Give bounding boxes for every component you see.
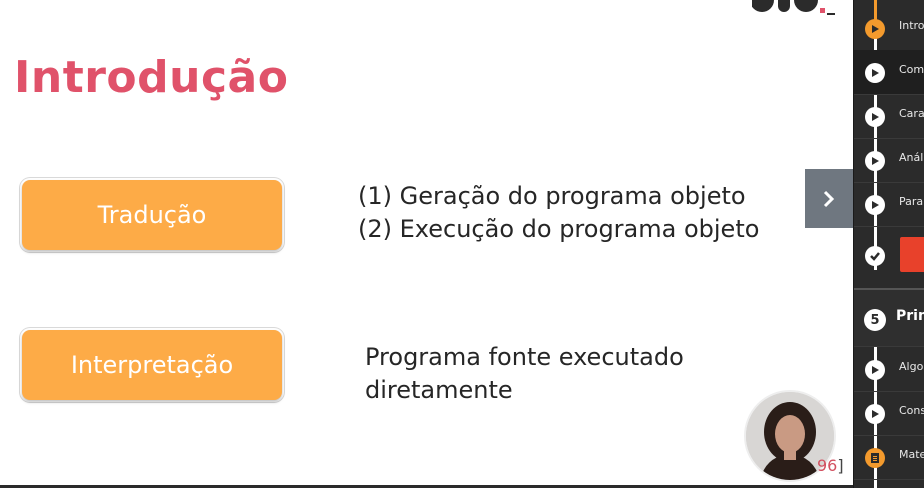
course-sidebar: Intro Com Cara Anál Para 5 Prim — [853, 0, 924, 488]
sidebar-item-label: Intro — [899, 19, 924, 32]
play-icon — [865, 195, 885, 215]
document-icon — [865, 448, 885, 468]
interpretacao-description: Programa fonte executado diretamente — [365, 341, 684, 407]
traducao-box: Tradução — [22, 180, 282, 250]
interpretacao-label: Interpretação — [70, 351, 234, 379]
sidebar-item-label: Para — [899, 195, 924, 208]
section-number: 5 — [864, 309, 886, 331]
play-icon — [865, 404, 885, 424]
interpretacao-line-1: Programa fonte executado — [365, 343, 684, 371]
sidebar-item-com[interactable]: Com — [854, 50, 924, 95]
play-icon — [865, 360, 885, 380]
sidebar-item-label: Mate — [899, 448, 924, 461]
traducao-description: (1) Geração do programa objeto (2) Execu… — [358, 180, 759, 246]
sidebar-item-mate[interactable]: Mate — [854, 435, 924, 480]
sidebar-item-algo[interactable]: Algo — [854, 347, 924, 392]
chevron-right-icon — [823, 190, 835, 207]
play-icon — [865, 19, 885, 39]
section-title: Prim — [896, 308, 924, 324]
sidebar-item-label: Algo — [899, 360, 924, 373]
next-slide-button[interactable] — [805, 169, 853, 228]
check-icon — [865, 246, 885, 266]
play-icon — [865, 63, 885, 83]
sidebar-item-intro[interactable]: Intro — [854, 6, 924, 51]
page-reference: 96] — [817, 456, 844, 475]
sidebar-item-para[interactable]: Para — [854, 182, 924, 227]
play-icon — [865, 107, 885, 127]
sidebar-item-label: Cara — [899, 107, 924, 120]
interpretacao-line-2: diretamente — [365, 376, 513, 404]
play-icon — [865, 151, 885, 171]
start-quiz-button[interactable] — [900, 237, 924, 272]
sidebar-item-cara[interactable]: Cara — [854, 94, 924, 139]
sidebar-item-cons[interactable]: Cons — [854, 391, 924, 436]
sidebar-item-label: Cons — [899, 404, 924, 417]
interpretacao-box: Interpretação — [22, 330, 282, 400]
traducao-label: Tradução — [97, 201, 207, 229]
traducao-line-1: (1) Geração do programa objeto — [358, 182, 746, 210]
traducao-line-2: (2) Execução do programa objeto — [358, 215, 760, 243]
sidebar-item-anal[interactable]: Anál — [854, 138, 924, 183]
sidebar-item-label: Com — [899, 63, 924, 76]
sidebar-item-label: Anál — [899, 151, 924, 164]
logo — [752, 0, 835, 15]
slide-area: Introdução Tradução (1) Geração do progr… — [0, 0, 853, 485]
section-header[interactable]: 5 Prim — [854, 288, 924, 347]
slide-title: Introdução — [14, 52, 289, 103]
